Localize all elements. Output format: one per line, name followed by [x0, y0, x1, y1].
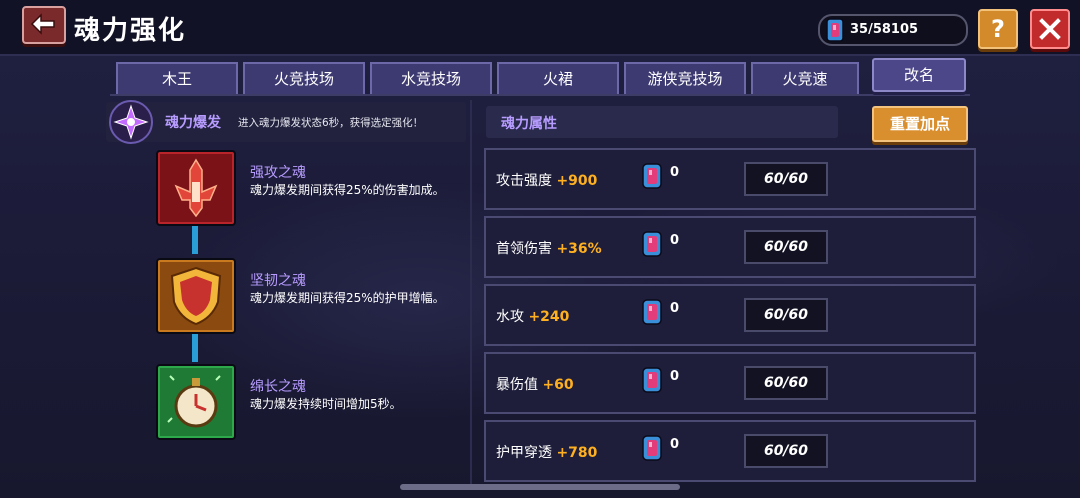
tab-5[interactable]: 游侠竞技场	[624, 62, 746, 94]
skill-3-slot[interactable]	[156, 364, 236, 440]
stopwatch-icon	[160, 368, 232, 436]
soul-gem-icon	[642, 367, 662, 393]
tabs-divider	[110, 94, 970, 96]
attribute-row: 水攻 +240 0 60/60	[484, 284, 976, 346]
attribute-label: 暴伤值 +60	[496, 377, 574, 393]
attribute-row: 首领伤害 +36% 0 60/60	[484, 216, 976, 278]
attribute-points: 0	[670, 437, 680, 452]
skill-2-description: 魂力爆发期间获得25%的护甲增幅。	[250, 291, 445, 305]
soul-burst-icon	[109, 100, 153, 144]
page-title: 魂力强化	[74, 16, 187, 46]
arrow-left-icon	[30, 13, 55, 35]
tab-1[interactable]: 木王	[116, 62, 238, 94]
attribute-bonus: +36%	[556, 241, 602, 257]
tab-4[interactable]: 火裙	[497, 62, 619, 94]
attribute-cap[interactable]: 60/60	[744, 162, 828, 196]
sword-icon	[160, 154, 232, 222]
skill-connector	[192, 334, 198, 362]
close-button[interactable]	[1030, 9, 1070, 49]
skill-2-name: 坚韧之魂	[250, 273, 306, 289]
attribute-bonus: +900	[556, 173, 598, 189]
attribute-bonus: +60	[542, 377, 574, 393]
attribute-label: 首领伤害 +36%	[496, 241, 602, 257]
attribute-label: 攻击强度 +900	[496, 173, 598, 189]
skill-connector	[192, 224, 198, 254]
attribute-cap[interactable]: 60/60	[744, 434, 828, 468]
shield-icon	[160, 262, 232, 330]
help-button[interactable]: ?	[978, 9, 1018, 49]
attribute-row: 护甲穿透 +780 0 60/60	[484, 420, 976, 482]
attribute-points: 0	[670, 301, 680, 316]
skill-3-name: 绵长之魂	[250, 379, 306, 395]
skill-1-slot[interactable]	[156, 150, 236, 226]
skill-1-name: 强攻之魂	[250, 165, 306, 181]
soul-gem-icon	[642, 435, 662, 461]
skill-1-description: 魂力爆发期间获得25%的伤害加成。	[250, 183, 445, 197]
attribute-cap[interactable]: 60/60	[744, 366, 828, 400]
attribute-cap[interactable]: 60/60	[744, 298, 828, 332]
attribute-points: 0	[670, 233, 680, 248]
attribute-bonus: +780	[556, 445, 598, 461]
attribute-points: 0	[670, 165, 680, 180]
tab-2[interactable]: 火竞技场	[243, 62, 365, 94]
soul-currency-display: 35/58105	[818, 14, 968, 46]
back-button[interactable]	[22, 6, 66, 44]
attribute-bonus: +240	[528, 309, 570, 325]
attribute-row: 攻击强度 +900 0 60/60	[484, 148, 976, 210]
soul-gem-icon	[642, 231, 662, 257]
rename-button[interactable]: 改名	[872, 58, 966, 92]
soul-burst-description: 进入魂力爆发状态6秒，获得选定强化！	[238, 117, 424, 129]
soul-gem-icon	[642, 299, 662, 325]
panel-divider	[470, 100, 472, 490]
top-bar: 魂力强化 35/58105 ?	[0, 0, 1080, 56]
tab-6[interactable]: 火竞速	[751, 62, 859, 94]
attribute-row: 暴伤值 +60 0 60/60	[484, 352, 976, 414]
skill-3-description: 魂力爆发持续时间增加5秒。	[250, 397, 402, 411]
soul-burst-title: 魂力爆发	[165, 115, 221, 131]
close-icon	[1039, 18, 1061, 40]
attribute-label: 护甲穿透 +780	[496, 445, 598, 461]
soul-gem-icon	[826, 18, 844, 42]
attribute-label: 水攻 +240	[496, 309, 570, 325]
tab-3[interactable]: 水竞技场	[370, 62, 492, 94]
scrollbar[interactable]	[400, 484, 680, 490]
currency-amount: 35/58105	[850, 22, 919, 37]
attribute-points: 0	[670, 369, 680, 384]
attributes-title: 魂力属性	[501, 116, 557, 132]
soul-gem-icon	[642, 163, 662, 189]
attribute-cap[interactable]: 60/60	[744, 230, 828, 264]
reset-points-button[interactable]: 重置加点	[872, 106, 968, 142]
skill-2-slot[interactable]	[156, 258, 236, 334]
